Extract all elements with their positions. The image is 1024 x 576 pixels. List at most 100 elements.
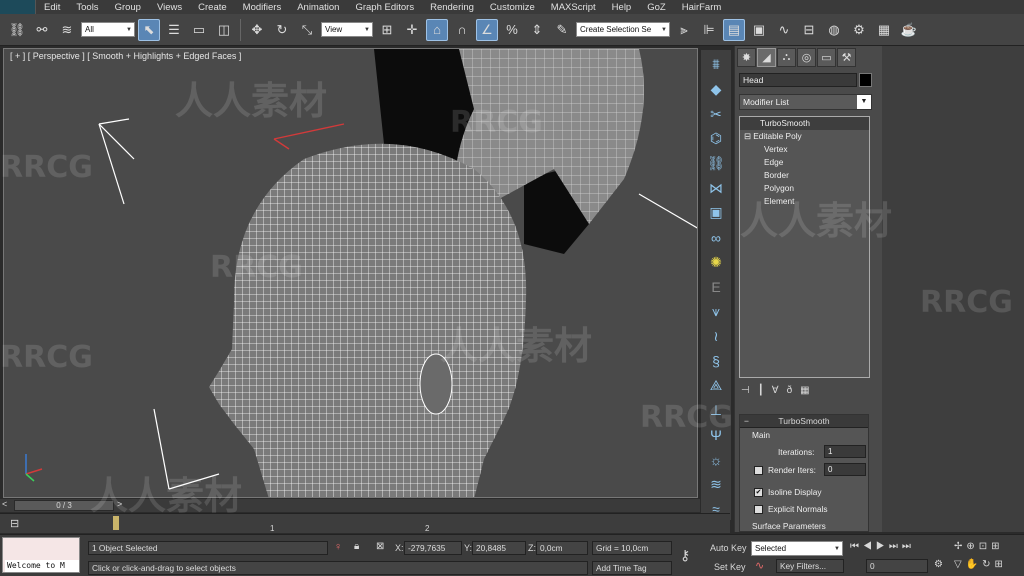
viewport-label[interactable]: [ + ] [ Perspective ] [ Smooth + Highlig… [10, 51, 241, 61]
modify-tab-icon[interactable]: ◢ [757, 48, 776, 67]
scissors-icon[interactable]: ✂ [705, 103, 727, 125]
stack-subobject-element[interactable]: Element [740, 195, 869, 208]
auto-key-button[interactable]: Auto Key [710, 543, 747, 553]
rollout-header[interactable]: − TurboSmooth [740, 415, 868, 428]
display-tab-icon[interactable]: ▭ [817, 48, 836, 67]
menu-hairfarm[interactable]: HairFarm [674, 2, 730, 13]
curve-editor-icon[interactable]: ∿ [773, 19, 795, 41]
mini-curve-editor-icon[interactable]: ⊟ [10, 517, 19, 530]
app-logo[interactable] [0, 0, 36, 14]
perspective-viewport[interactable]: [ + ] [ Perspective ] [ Smooth + Highlig… [3, 48, 698, 498]
time-slider[interactable]: 0 / 3 [14, 500, 114, 511]
selection-filter-dropdown[interactable]: All [81, 22, 135, 37]
bulb-icon[interactable]: ☼ [705, 449, 727, 471]
iterations-spinner[interactable]: 1 [824, 445, 866, 458]
align-icon[interactable]: ⊫ [698, 19, 720, 41]
absolute-mode-icon[interactable]: ⊠ [376, 541, 384, 552]
show-end-result-icon[interactable]: ┃ [758, 385, 764, 396]
select-object-icon[interactable]: ⬉ [138, 18, 160, 41]
stack-subobject-edge[interactable]: Edge [740, 156, 869, 169]
wave-icon[interactable]: ≀ [705, 326, 727, 348]
menu-help[interactable]: Help [604, 2, 640, 13]
chain-icon[interactable]: ⛓ [705, 153, 727, 175]
create-tab-icon[interactable]: ✸ [737, 48, 756, 67]
surface-parameters-label[interactable]: Surface Parameters [752, 521, 826, 531]
comb-icon[interactable]: ≋ [705, 474, 727, 496]
current-frame-field[interactable]: 0 [866, 559, 928, 573]
playback-controls[interactable]: ⏮◀▶⏭⏭ [850, 541, 915, 552]
material-editor-icon[interactable]: ◍ [823, 19, 845, 41]
isoline-display-checkbox[interactable]: ✔ [754, 488, 763, 497]
render-iters-spinner[interactable]: 0 [824, 463, 866, 476]
motion-tab-icon[interactable]: ◎ [797, 48, 816, 67]
select-manipulate-icon[interactable]: ✛ [401, 19, 423, 41]
x-coordinate[interactable]: -279,7635 [404, 541, 462, 555]
scale-icon[interactable]: ⤡ [296, 19, 318, 41]
hierarchy-tab-icon[interactable]: ⛬ [777, 48, 796, 67]
rendered-frame-icon[interactable]: ▦ [873, 19, 895, 41]
explicit-normals-checkbox[interactable] [754, 505, 763, 514]
key-filters-button[interactable]: Key Filters... [776, 559, 844, 573]
utilities-tab-icon[interactable]: ⚒ [837, 48, 856, 67]
mirror-icon[interactable]: ⫸ [673, 19, 695, 41]
menu-customize[interactable]: Customize [482, 2, 543, 13]
y-coordinate[interactable]: 20,8485 [472, 541, 526, 555]
render-iters-checkbox[interactable] [754, 466, 763, 475]
unlink-icon[interactable]: ⚯ [31, 19, 53, 41]
add-time-tag[interactable]: Add Time Tag [592, 561, 672, 575]
keyboard-shortcut-icon[interactable]: ⌂ [426, 18, 448, 41]
percent-snap-icon[interactable]: % [501, 19, 523, 41]
schematic-view-icon[interactable]: ⊟ [798, 19, 820, 41]
menu-maxscript[interactable]: MAXScript [543, 2, 604, 13]
select-by-name-icon[interactable]: ☰ [163, 19, 185, 41]
window-crossing-icon[interactable]: ◫ [213, 19, 235, 41]
menu-goz[interactable]: GoZ [639, 2, 673, 13]
stack-item-editable-poly[interactable]: ⊟ Editable Poly [740, 130, 869, 143]
bind-space-warp-icon[interactable]: ≋ [56, 19, 78, 41]
time-prev-icon[interactable]: < [2, 499, 7, 509]
layer-manager-icon[interactable]: ▤ [723, 18, 745, 41]
time-config-icon[interactable]: ⚙ [934, 559, 943, 570]
edit-named-selection-icon[interactable]: ✎ [551, 19, 573, 41]
stack-subobject-border[interactable]: Border [740, 169, 869, 182]
object-color-swatch[interactable] [859, 73, 872, 87]
set-key-button[interactable]: Set Key [714, 562, 746, 572]
angle-snap-icon[interactable]: ∠ [476, 18, 498, 41]
menu-rendering[interactable]: Rendering [422, 2, 482, 13]
menu-graph-editors[interactable]: Graph Editors [347, 2, 422, 13]
graphite-ribbon-icon[interactable]: ▣ [748, 19, 770, 41]
menu-edit[interactable]: Edit [36, 2, 68, 13]
reference-coordinate-dropdown[interactable]: View [321, 22, 373, 37]
stack-subobject-polygon[interactable]: Polygon [740, 182, 869, 195]
modifier-list-dropdown[interactable]: Modifier List ▼ [739, 94, 872, 110]
viewport-nav-controls[interactable]: ✢⊕⊡⊞ [954, 541, 1004, 552]
stack-item-turbosmooth[interactable]: TurboSmooth [740, 117, 869, 130]
hair-tool-icon[interactable]: ⩩ [705, 54, 727, 76]
viewport-nav-controls-2[interactable]: ▽✋↻⊞ [954, 559, 1007, 570]
pin-stack-icon[interactable]: ⊣ [741, 385, 750, 396]
time-next-icon[interactable]: > [117, 499, 122, 509]
remove-modifier-icon[interactable]: ð [787, 385, 793, 396]
rotate-icon[interactable]: ↻ [271, 19, 293, 41]
snaps-toggle-icon[interactable]: ∩ [451, 19, 473, 41]
bowtie-icon[interactable]: ⋈ [705, 177, 727, 199]
expand-icon[interactable]: ⊟ [744, 131, 753, 141]
move-icon[interactable]: ✥ [246, 19, 268, 41]
cube-icon[interactable]: ▣ [705, 202, 727, 224]
listener-text[interactable]: Welcome to M [5, 560, 79, 572]
menu-animation[interactable]: Animation [289, 2, 347, 13]
stack-subobject-vertex[interactable]: Vertex [740, 143, 869, 156]
sun-icon[interactable]: ✺ [705, 252, 727, 274]
grass-icon[interactable]: ⩛ [705, 301, 727, 323]
coil-icon[interactable]: § [705, 350, 727, 372]
rect-region-icon[interactable]: ▭ [188, 19, 210, 41]
fork-icon[interactable]: Ψ [705, 424, 727, 446]
menu-create[interactable]: Create [190, 2, 235, 13]
menu-modifiers[interactable]: Modifiers [235, 2, 290, 13]
pin-icon[interactable]: ⊥ [705, 400, 727, 422]
key-icon[interactable]: ⚷ [680, 547, 690, 564]
key-mode-dropdown[interactable]: Selected [751, 541, 843, 556]
maxscript-listener[interactable]: Welcome to M [2, 537, 80, 573]
paint-icon[interactable]: ◆ [705, 79, 727, 101]
render-production-icon[interactable]: ☕ [898, 19, 920, 41]
